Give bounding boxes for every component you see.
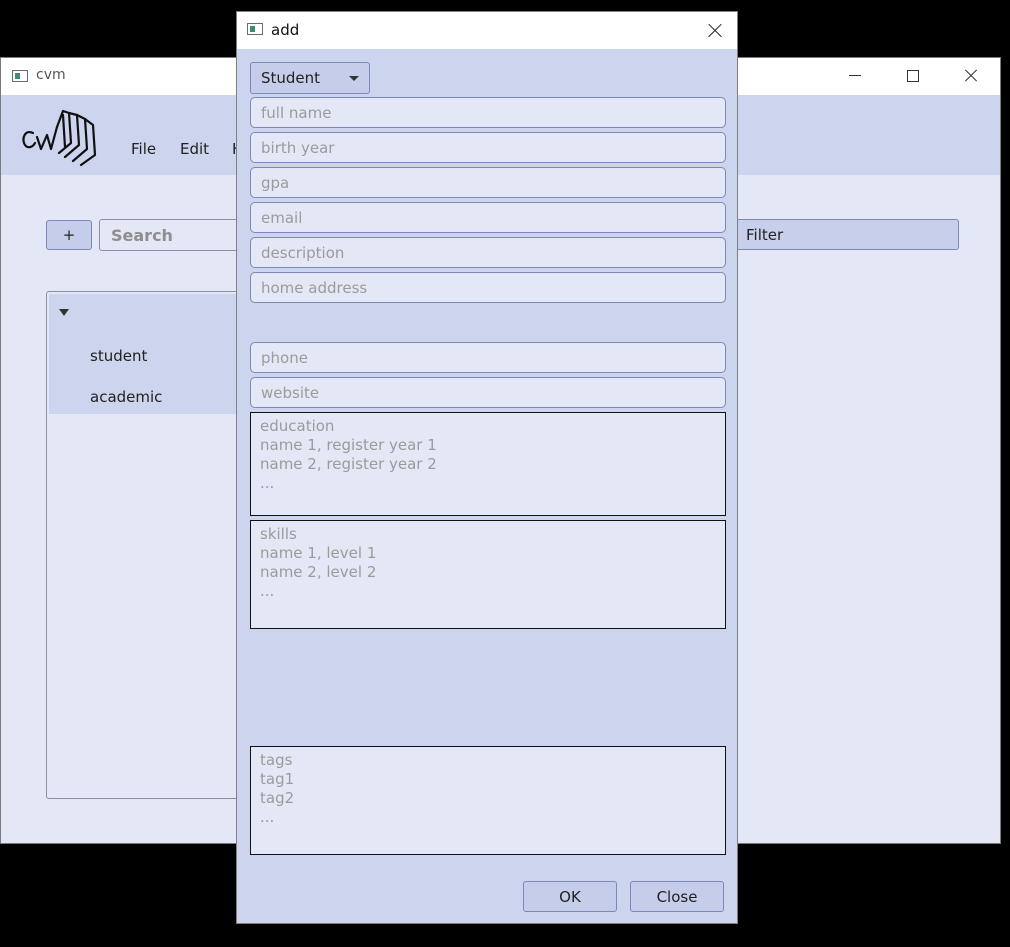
phone-field[interactable] [250, 342, 726, 373]
education-textarea[interactable] [250, 412, 726, 516]
dialog-title-bar: add [237, 12, 737, 49]
gpa-field[interactable] [250, 167, 726, 198]
close-icon[interactable] [705, 21, 725, 41]
menu-file[interactable]: File [131, 140, 156, 158]
tags-textarea[interactable] [250, 746, 726, 855]
maximize-icon[interactable] [901, 65, 925, 87]
description-field[interactable] [250, 237, 726, 268]
tree-expand-icon[interactable] [59, 309, 69, 316]
menu-edit[interactable]: Edit [180, 140, 209, 158]
close-icon[interactable] [959, 65, 983, 87]
add-button[interactable]: + [46, 220, 92, 250]
filter-input[interactable]: Filter [701, 219, 959, 250]
type-select-value: Student [261, 69, 321, 87]
app-icon [247, 23, 263, 35]
tree-item-student[interactable]: student [90, 347, 147, 365]
skills-textarea[interactable] [250, 520, 726, 629]
category-tree: student academic [46, 291, 256, 799]
close-button[interactable]: Close [630, 881, 724, 912]
home-address-field[interactable] [250, 272, 726, 303]
minimize-icon[interactable] [843, 65, 867, 87]
tree-item-academic[interactable]: academic [90, 388, 162, 406]
email-field[interactable] [250, 202, 726, 233]
app-icon [12, 70, 28, 82]
birth-year-field[interactable] [250, 132, 726, 163]
dropdown-caret-icon [349, 76, 359, 81]
cvm-logo [22, 109, 97, 167]
main-window-title: cvm [36, 67, 66, 83]
add-dialog: add Student OK Close [236, 11, 738, 924]
ok-button[interactable]: OK [523, 881, 617, 912]
type-select[interactable]: Student [250, 62, 370, 94]
website-field[interactable] [250, 377, 726, 408]
tree-group: student academic [49, 294, 249, 414]
full-name-field[interactable] [250, 97, 726, 128]
dialog-title: add [271, 21, 300, 39]
search-input[interactable]: Search [99, 219, 249, 251]
